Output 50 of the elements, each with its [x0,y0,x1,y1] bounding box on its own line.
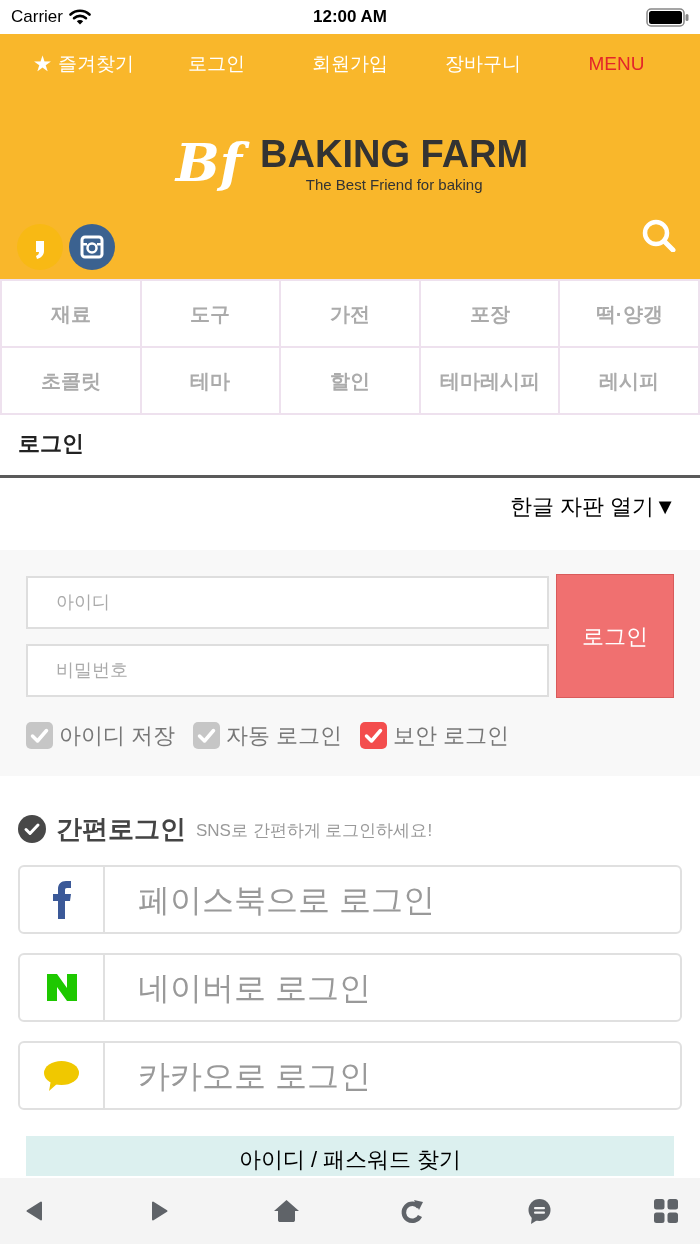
password-input[interactable]: 비밀번호 [26,644,549,697]
status-time: 12:00 AM [313,6,387,29]
logo-name: BAKING FARM [260,134,529,173]
grid-icon[interactable] [653,1199,678,1223]
refresh-icon[interactable] [401,1198,426,1224]
menu-link[interactable]: MENU [588,49,645,79]
category-link[interactable]: 떡·양갱 [560,281,698,346]
header-link[interactable]: 회원가입 [312,49,388,79]
category-link[interactable]: 재료 [2,281,140,346]
category-link[interactable]: 테마 [141,348,280,413]
checkbox[interactable] [360,722,388,749]
category-link[interactable]: 초콜릿 [2,348,140,413]
category-link[interactable]: 가전 [281,281,419,346]
camera-icon[interactable] [69,224,115,270]
logo-tagline: The Best Friend for baking [305,176,483,192]
header-link[interactable]: ★ 즐겨찾기 [33,49,134,79]
wifi-icon [68,9,91,25]
category-link[interactable]: 도구 [141,281,280,346]
category-link[interactable]: 레시피 [560,348,698,413]
naver-logo-icon [46,974,77,1001]
login-button[interactable]: 로그인 [556,574,674,698]
checkbox[interactable] [26,722,53,749]
battery-icon [646,7,689,27]
section-title: 간편로그인 [56,814,186,844]
id-input[interactable]: 아이디 [26,576,549,629]
checkbox[interactable] [193,722,221,749]
category-link[interactable]: 포장 [420,281,559,346]
section-subtitle: SNS로 간편하게 로그인하세요! [196,819,433,842]
check-circle-icon [18,815,46,843]
carrier-name: Carrier [11,6,63,29]
checkbox-label[interactable]: 아이디 저장 [59,719,176,752]
keyboard-toggle-link[interactable]: 한글 자판 열기▼ [510,490,676,523]
home-icon[interactable] [273,1199,301,1223]
logo-mark: Bf [171,131,255,195]
social-login-button[interactable]: 네이버로 로그인 [18,953,682,1022]
find-account-button[interactable]: 아이디 / 패스워드 찾기 [26,1136,674,1176]
forward-icon[interactable] [152,1201,169,1221]
header-link[interactable]: 장바구니 [445,49,522,79]
category-link[interactable]: 할인 [281,348,419,413]
back-icon[interactable] [26,1201,42,1221]
header-link[interactable]: 로그인 [188,49,246,79]
page-title: 로그인 [18,429,84,458]
chat-icon[interactable] [527,1198,553,1224]
speech-bubble-icon [44,1060,79,1091]
checkbox-label[interactable]: 자동 로그인 [226,719,343,752]
social-login-button[interactable]: 카카오로 로그인 [18,1041,682,1110]
category-link[interactable]: 테마레시피 [420,348,559,413]
checkbox-label[interactable]: 보안 로그인 [393,719,510,752]
social-login-button[interactable]: 페이스북으로 로그인 [18,865,682,934]
facebook-logo-icon [51,880,72,919]
